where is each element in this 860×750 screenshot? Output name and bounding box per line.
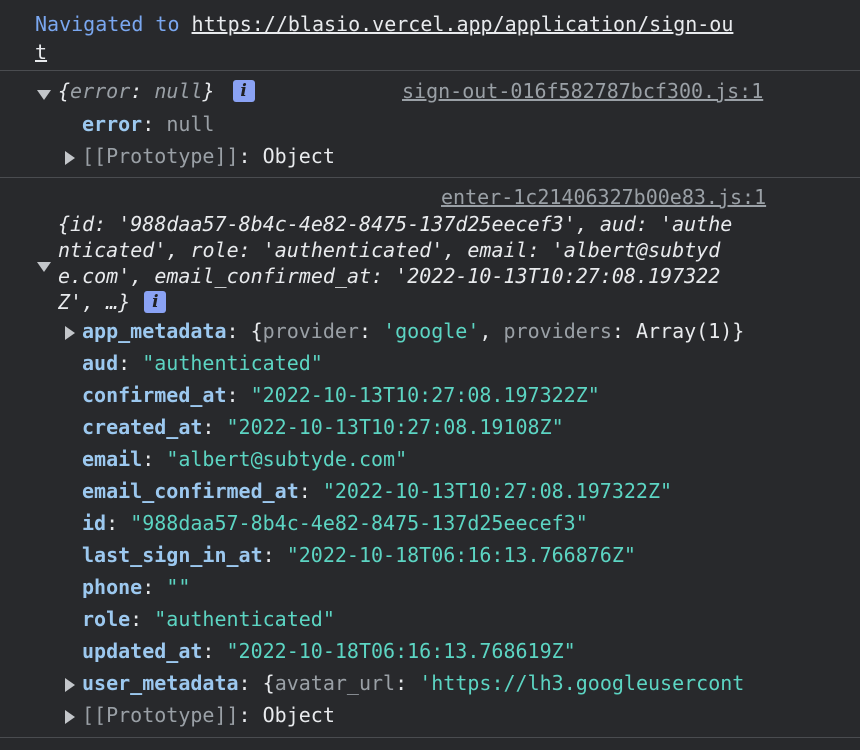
info-icon[interactable]: i [232, 80, 255, 102]
prototype-value: Object [262, 144, 335, 168]
source-link[interactable]: sign-out-016f582787bcf300.js:1 [402, 79, 763, 103]
summary-line: nticated', role: 'authenticated', email:… [58, 238, 721, 262]
property-value: "988daa57-8b4c-4e82-8475-137d25eecef3" [130, 511, 588, 535]
source-link[interactable]: enter-1c21406327b00e83.js:1 [441, 185, 766, 209]
preview-key: provider [262, 319, 359, 343]
summary-key: error [70, 79, 131, 103]
property-key: aud [82, 351, 119, 375]
brace: { [262, 671, 275, 695]
preview-key: providers [503, 319, 612, 343]
property-value: "2022-10-18T06:16:13.768619Z" [226, 639, 576, 663]
property-value: "authenticated" [154, 607, 335, 631]
preview-value: 'google' [383, 319, 480, 343]
user-object-summary[interactable]: Z', …} i [58, 290, 167, 314]
divider [0, 177, 860, 178]
property-row: email: "albert@subtyde.com" [82, 447, 408, 471]
prototype-row[interactable]: [[Prototype]]: Object [82, 144, 335, 168]
preview-value: Array(1) [635, 319, 733, 343]
navigation-message: Navigated to https://blasio.vercel.app/a… [35, 12, 733, 36]
user-object-summary[interactable]: nticated', role: 'authenticated', email:… [58, 238, 720, 262]
error-object-summary[interactable]: {error: null} i [58, 79, 255, 103]
preview-value: 'https://lh3.googleusercont [419, 671, 745, 695]
summary-line: Z', …} [58, 290, 131, 314]
property-value: "2022-10-13T10:27:08.19108Z" [226, 415, 564, 439]
prototype-key: [[Prototype]] [82, 144, 239, 168]
property-value: "2022-10-18T06:16:13.766876Z" [286, 543, 636, 567]
property-value: "2022-10-13T10:27:08.197322Z" [250, 383, 600, 407]
brace: { [250, 319, 263, 343]
prototype-value: Object [262, 703, 335, 727]
expand-arrow-icon[interactable] [65, 151, 75, 165]
summary-value: null [154, 79, 203, 103]
property-value: "authenticated" [142, 351, 323, 375]
property-value: "2022-10-13T10:27:08.197322Z" [322, 479, 673, 503]
property-row: updated_at: "2022-10-18T06:16:13.768619Z… [82, 639, 576, 663]
property-row: confirmed_at: "2022-10-13T10:27:08.19732… [82, 383, 600, 407]
property-key: phone [82, 575, 143, 599]
brace: { [58, 79, 71, 103]
property-key: last_sign_in_at [82, 543, 263, 567]
expand-arrow-icon[interactable] [65, 678, 75, 692]
property-row: phone: "" [82, 575, 191, 599]
navigation-url-wrap: t [35, 40, 47, 64]
info-icon[interactable]: i [144, 291, 167, 313]
property-row: aud: "authenticated" [82, 351, 323, 375]
brace: } [732, 319, 745, 343]
property-key: updated_at [82, 639, 203, 663]
property-key: app_metadata [82, 319, 227, 343]
property-row: email_confirmed_at: "2022-10-13T10:27:08… [82, 479, 673, 503]
property-key: id [82, 511, 107, 535]
navigation-prefix: Navigated to [35, 12, 192, 36]
divider [0, 737, 860, 738]
property-key: role [82, 607, 131, 631]
property-key: user_metadata [82, 671, 239, 695]
user-metadata-row[interactable]: user_metadata: {avatar_url: 'https://lh3… [82, 671, 744, 695]
property-key: created_at [82, 415, 203, 439]
user-object-summary[interactable]: e.com', email_confirmed_at: '2022-10-13T… [58, 264, 720, 288]
app-metadata-row[interactable]: app_metadata: {provider: 'google', provi… [82, 319, 744, 343]
expand-arrow-icon[interactable] [37, 90, 51, 100]
property-row: created_at: "2022-10-13T10:27:08.19108Z" [82, 415, 564, 439]
prototype-row[interactable]: [[Prototype]]: Object [82, 703, 335, 727]
user-object-summary[interactable]: {id: '988daa57-8b4c-4e82-8475-137d25eece… [58, 212, 732, 236]
expand-arrow-icon[interactable] [65, 710, 75, 724]
property-value: "albert@subtyde.com" [166, 447, 408, 471]
property-value: null [166, 112, 215, 136]
property-row: error: null [82, 112, 215, 136]
summary-line: e.com', email_confirmed_at: '2022-10-13T… [58, 264, 721, 288]
property-key: email [82, 447, 143, 471]
property-row: last_sign_in_at: "2022-10-18T06:16:13.76… [82, 543, 636, 567]
property-key: confirmed_at [82, 383, 227, 407]
source-link-text[interactable]: enter-1c21406327b00e83.js:1 [441, 185, 766, 209]
navigation-url[interactable]: https://blasio.vercel.app/application/si… [192, 12, 734, 36]
prototype-key: [[Prototype]] [82, 703, 239, 727]
expand-arrow-icon[interactable] [37, 262, 51, 272]
property-row: id: "988daa57-8b4c-4e82-8475-137d25eecef… [82, 511, 588, 535]
property-key: error [82, 112, 143, 136]
property-row: role: "authenticated" [82, 607, 335, 631]
navigation-url-continued[interactable]: t [35, 40, 47, 64]
summary-sep: : [130, 79, 155, 103]
divider [0, 70, 860, 71]
property-value: "" [166, 575, 191, 599]
brace: } [202, 79, 215, 103]
expand-arrow-icon[interactable] [65, 326, 75, 340]
source-link-text[interactable]: sign-out-016f582787bcf300.js:1 [402, 79, 763, 103]
summary-line: {id: '988daa57-8b4c-4e82-8475-137d25eece… [58, 212, 733, 236]
preview-key: avatar_url [274, 671, 396, 695]
property-key: email_confirmed_at [82, 479, 299, 503]
